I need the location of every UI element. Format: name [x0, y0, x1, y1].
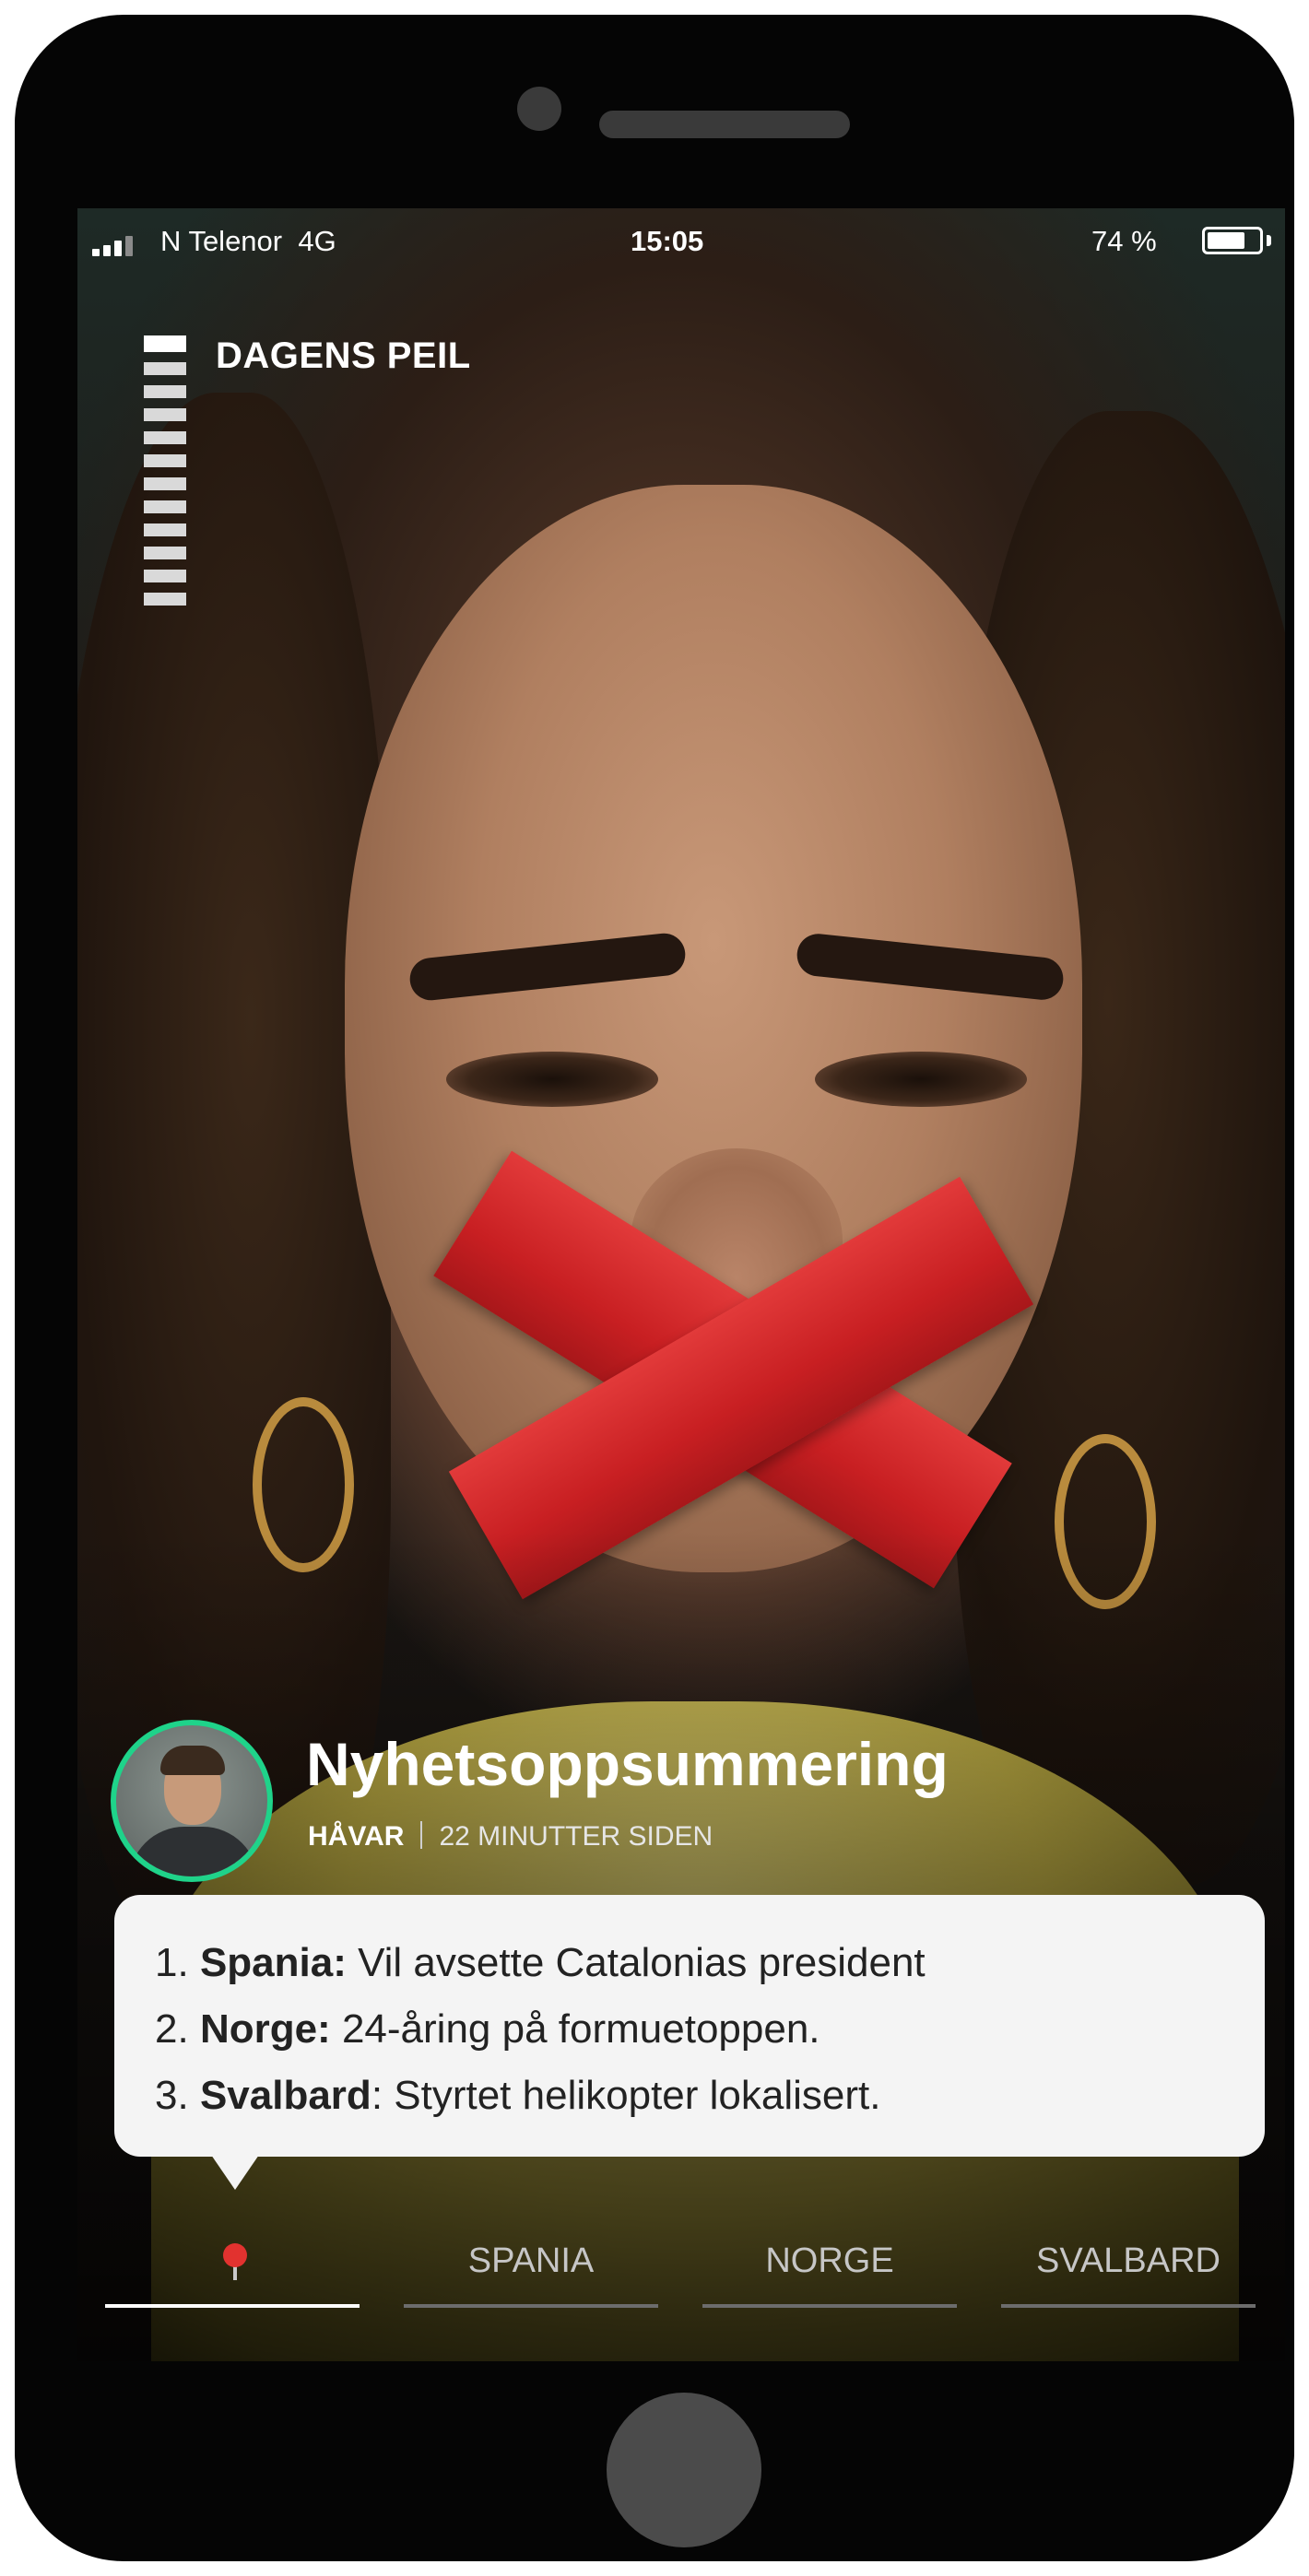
story-segment [144, 385, 186, 398]
story-segment [144, 570, 186, 582]
story-segment [144, 335, 186, 352]
summary-card[interactable]: 1. Spania: Vil avsette Catalonias presid… [114, 1895, 1265, 2190]
summary-item-number: 3. [155, 2073, 189, 2118]
battery-level [1208, 232, 1244, 249]
summary-item-topic: Spania: [199, 1940, 347, 1985]
byline: HÅVAR 22 MINUTTER SIDEN [308, 1821, 713, 1853]
summary-item[interactable]: 3. Svalbard: Styrtet helikopter lokalise… [155, 2063, 1224, 2129]
summary-item[interactable]: 1. Spania: Vil avsette Catalonias presid… [155, 1930, 1224, 1996]
map-pin-icon [223, 2243, 247, 2280]
home-button[interactable] [607, 2393, 761, 2547]
summary-item-text: Vil avsette Catalonias president [358, 1940, 926, 1985]
tab-svalbard[interactable]: SVALBARD [1001, 2217, 1256, 2328]
phone-frame: N Telenor 4G 15:05 74 % DAGENS PEIL Nyhe… [15, 15, 1294, 2561]
summary-item-text: 24-åring på formuetoppen. [341, 2006, 820, 2052]
status-bar: N Telenor 4G 15:05 74 % [77, 208, 1285, 273]
battery-percentage: 74 % [1091, 225, 1157, 257]
author-name[interactable]: HÅVAR [308, 1821, 404, 1852]
story-progress-indicator[interactable] [144, 335, 186, 616]
tab-underline [404, 2304, 658, 2308]
summary-item-number: 2. [155, 2006, 189, 2052]
summary-item-topic: Norge: [199, 2006, 331, 2052]
story-segment [144, 408, 186, 421]
tab-norge[interactable]: NORGE [702, 2217, 957, 2328]
story-segment [144, 431, 186, 444]
summary-item-topic: Svalbard [199, 2073, 371, 2118]
story-segment [144, 477, 186, 490]
carrier-name: N Telenor 4G [160, 225, 336, 257]
story-segment [144, 500, 186, 513]
story-segment [144, 454, 186, 467]
tab-label: SVALBARD [1036, 2241, 1221, 2280]
battery-icon [1202, 227, 1263, 254]
avatar-hair [160, 1746, 225, 1775]
publish-time: 22 MINUTTER SIDEN [439, 1821, 713, 1852]
tab-label: SPANIA [467, 2241, 595, 2280]
author-avatar[interactable] [111, 1720, 273, 1882]
tab-spania[interactable]: SPANIA [404, 2217, 658, 2328]
avatar-shoulders [129, 1827, 258, 1876]
summary-item-text: : Styrtet helikopter lokalisert. [371, 2073, 881, 2118]
tab-underline [702, 2304, 957, 2308]
tab-label: NORGE [765, 2241, 894, 2280]
network-type: 4G [298, 225, 336, 257]
earpiece-speaker [599, 111, 850, 138]
article-title[interactable]: Nyhetsoppsummering [306, 1729, 949, 1799]
topic-tab-bar: SPANIA NORGE SVALBARD [105, 2217, 1257, 2328]
photo-eye-left [446, 1052, 658, 1107]
app-screen: N Telenor 4G 15:05 74 % DAGENS PEIL Nyhe… [77, 208, 1285, 2361]
summary-card-pointer [211, 2155, 259, 2190]
story-segment [144, 593, 186, 606]
tab-underline [1001, 2304, 1256, 2308]
story-segment [144, 523, 186, 536]
summary-item[interactable]: 2. Norge: 24-åring på formuetoppen. [155, 1996, 1224, 2063]
story-segment [144, 362, 186, 375]
photo-eye-right [815, 1052, 1027, 1107]
front-camera [517, 87, 561, 131]
byline-divider [420, 1821, 423, 1849]
tab-underline [105, 2304, 360, 2308]
clock: 15:05 [631, 225, 704, 257]
story-segment [144, 547, 186, 559]
summary-item-number: 1. [155, 1940, 189, 1985]
battery-tip [1267, 235, 1271, 246]
section-label: DAGENS PEIL [216, 335, 471, 376]
tab-overview[interactable] [105, 2217, 360, 2328]
